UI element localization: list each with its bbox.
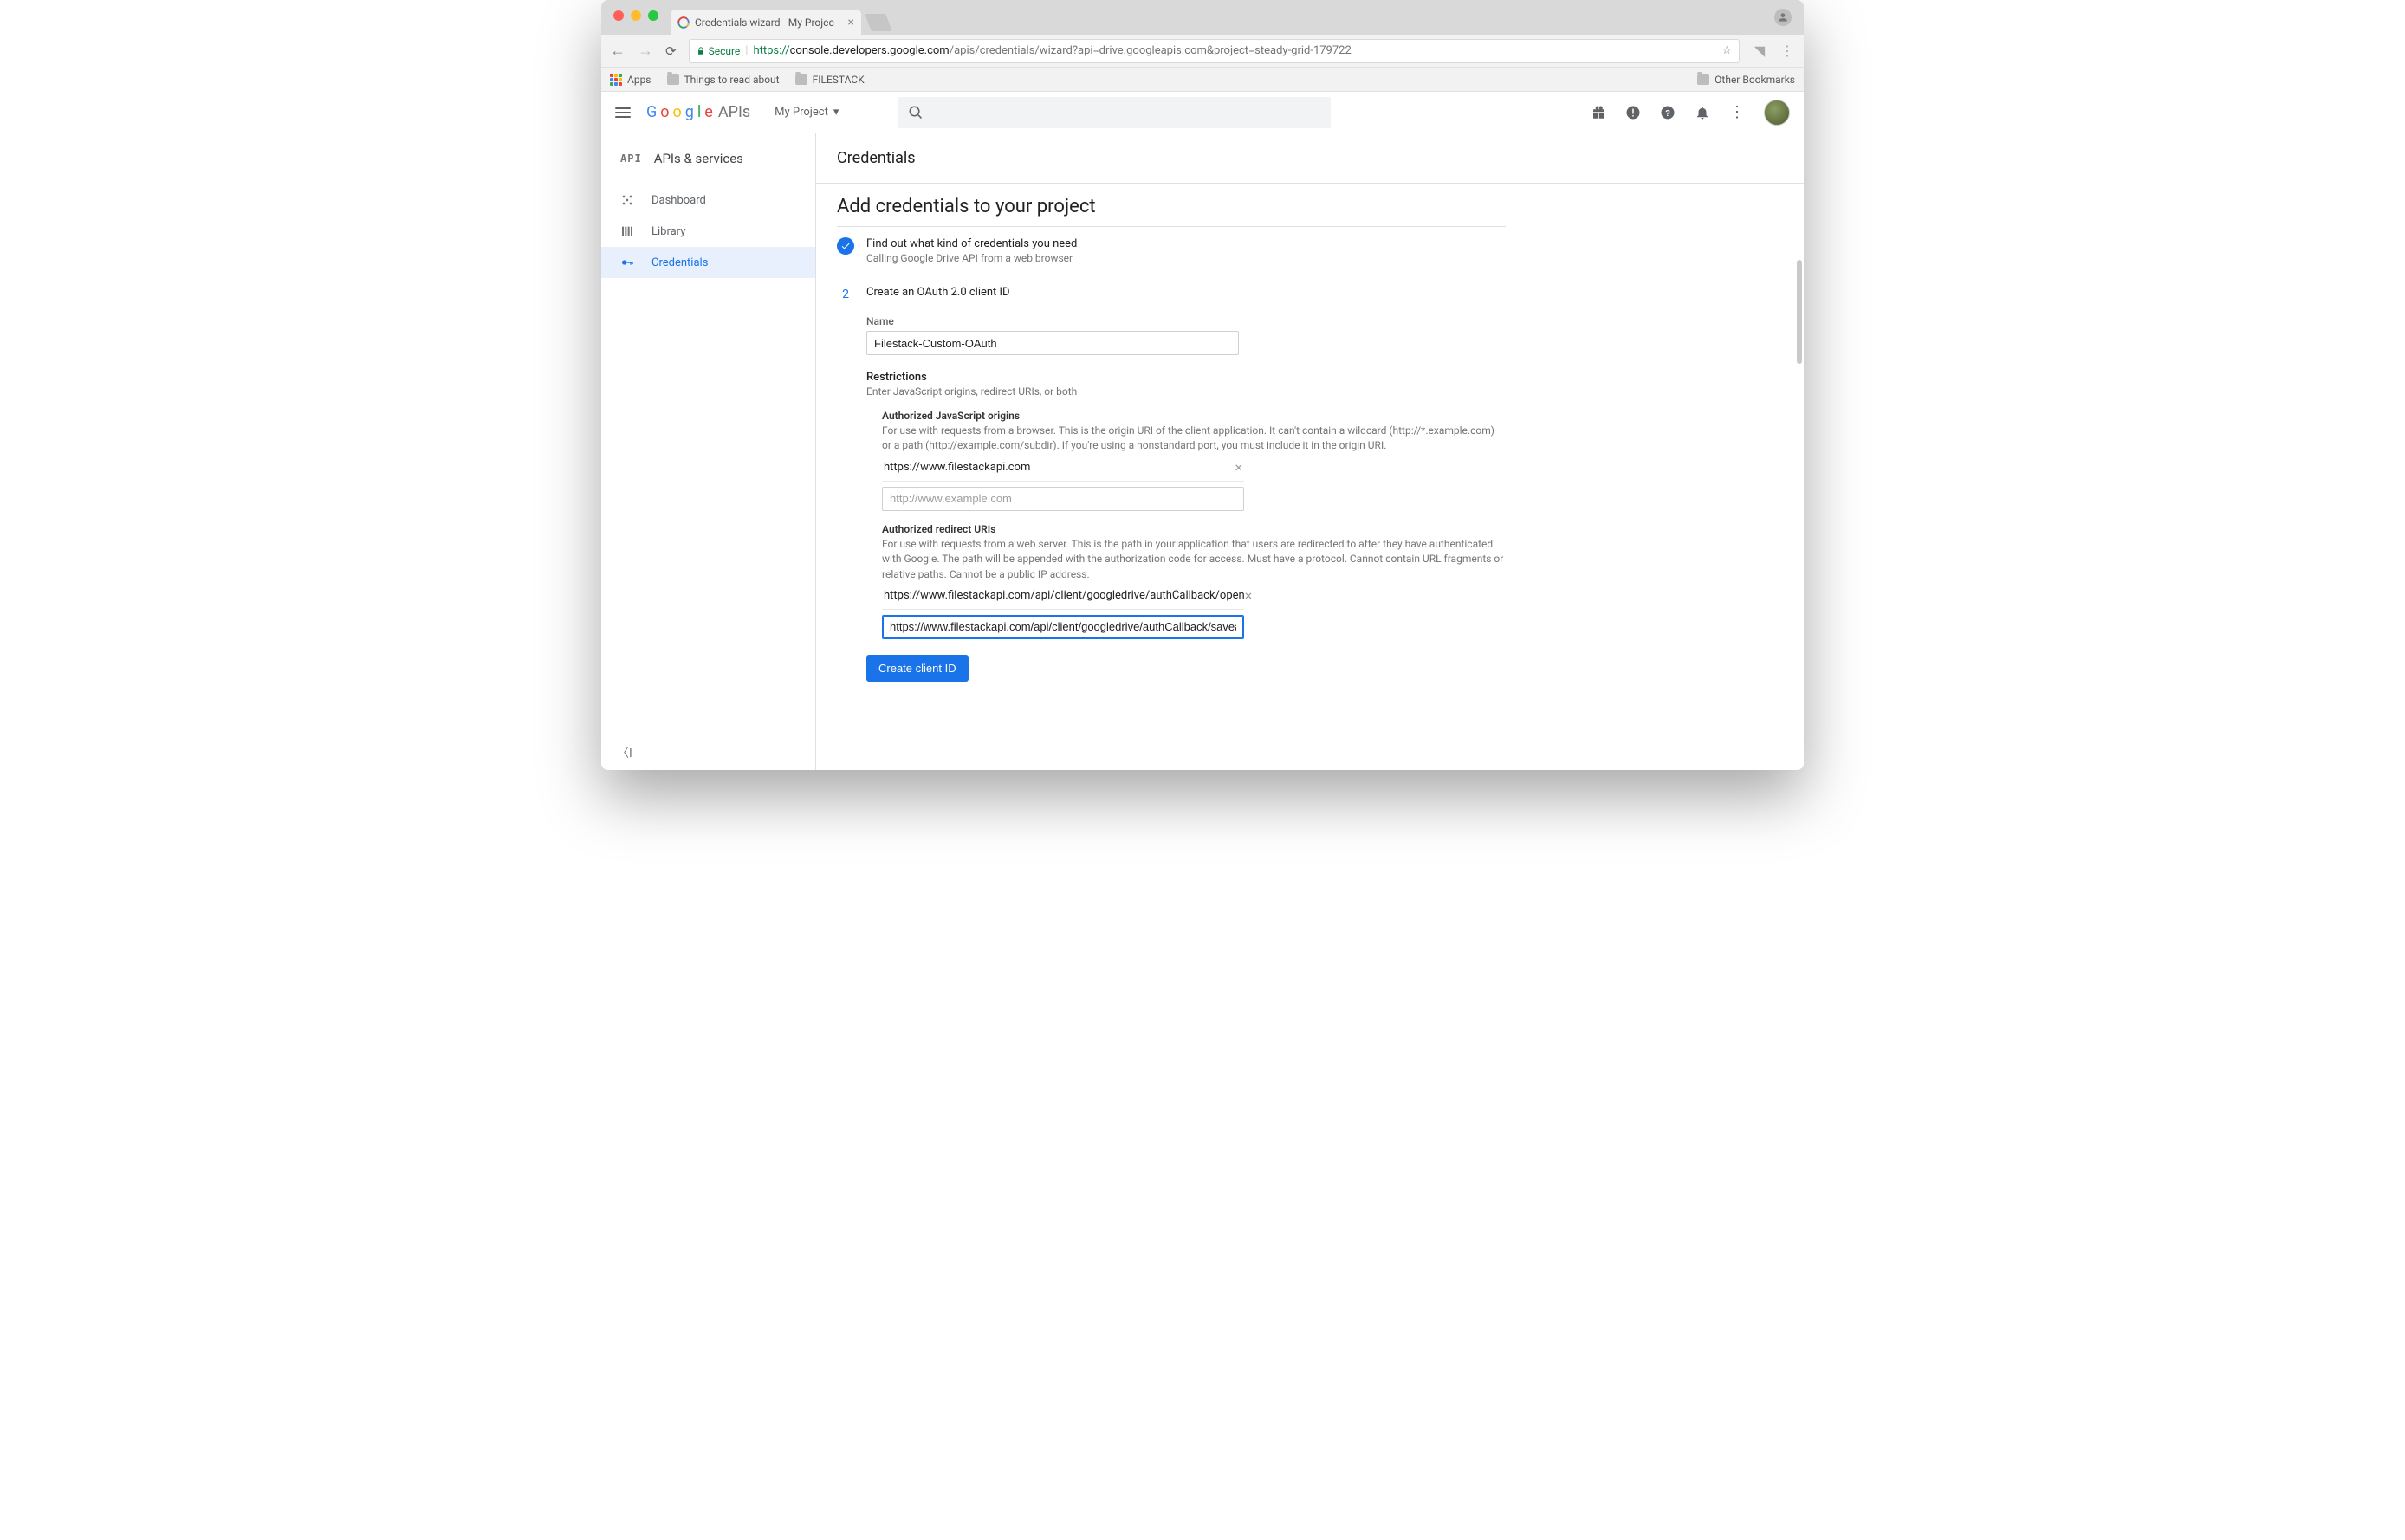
apps-shortcut[interactable]: Apps [610,74,651,86]
tab-favicon [677,16,690,29]
chrome-menu-icon[interactable]: ⋮ [1779,42,1795,59]
bookmark-folder[interactable]: Things to read about [667,74,780,86]
sidebar-item-label: Library [651,225,685,238]
browser-toolbar: ← → ⟳ Secure | https://console.developer… [601,35,1804,68]
page-heading: Add credentials to your project [837,196,1506,217]
other-bookmarks[interactable]: Other Bookmarks [1697,74,1795,86]
project-selector[interactable]: My Project ▾ [766,100,847,124]
svg-text:?: ? [1665,108,1670,118]
project-name: My Project [775,106,828,119]
library-icon [620,224,636,238]
api-logo-icon: API [620,152,642,165]
step-2: 2 Create an OAuth 2.0 client ID Name Res… [837,275,1506,692]
name-input[interactable] [866,331,1239,355]
maximize-window-icon[interactable] [648,10,658,21]
dashboard-icon [620,193,636,207]
forward-button[interactable]: → [638,42,653,60]
browser-tab[interactable]: Credentials wizard - My Projec × [671,10,861,35]
bookmark-label: FILESTACK [813,74,865,86]
js-origin-entry: https://www.filestackapi.com × [882,454,1244,482]
bookmarks-bar: Apps Things to read about FILESTACK Othe… [601,68,1804,92]
gift-icon[interactable] [1591,105,1606,120]
js-origin-value: https://www.filestackapi.com [884,461,1030,474]
secure-indicator: Secure [697,45,741,57]
check-circle-icon [837,237,854,255]
sidebar-item-label: Dashboard [651,194,706,207]
folder-icon [795,74,807,85]
notifications-icon[interactable] [1695,105,1710,120]
step1-title: Find out what kind of credentials you ne… [866,237,1077,250]
help-icon[interactable]: ? [1660,105,1676,120]
extension-icon[interactable]: ◥ [1752,42,1767,59]
close-tab-icon[interactable]: × [848,16,854,29]
app-header: Google APIs My Project ▾ ? ⋮ [601,92,1804,133]
step-1[interactable]: Find out what kind of credentials you ne… [837,227,1506,275]
sidebar-item-credentials[interactable]: Credentials [601,247,815,278]
collapse-sidebar-icon[interactable]: 〈I [617,744,632,761]
name-field-label: Name [866,315,1506,327]
nav-menu-icon[interactable] [615,107,631,118]
create-client-id-button[interactable]: Create client ID [866,655,969,682]
sidebar-section-label: APIs & services [654,151,743,166]
window-controls[interactable] [613,10,658,21]
back-button[interactable]: ← [610,42,626,60]
bookmark-star-icon[interactable]: ☆ [1721,44,1732,57]
alert-icon[interactable] [1625,105,1641,120]
remove-entry-icon[interactable]: × [1235,459,1242,476]
restrictions-help: Enter JavaScript origins, redirect URIs,… [866,385,1506,398]
new-tab-button[interactable] [865,14,891,31]
dropdown-caret-icon: ▾ [833,106,839,119]
sidebar-item-library[interactable]: Library [601,216,815,247]
tab-title: Credentials wizard - My Projec [695,16,834,29]
reload-button[interactable]: ⟳ [665,43,677,59]
step1-subtitle: Calling Google Drive API from a web brow… [866,252,1077,264]
scrollbar[interactable] [1797,260,1802,364]
url-text: https://console.developers.google.com/ap… [753,44,1351,57]
apps-grid-icon [610,74,622,86]
sidebar-item-label: Credentials [651,256,708,269]
close-window-icon[interactable] [613,10,624,21]
address-bar[interactable]: Secure | https://console.developers.goog… [689,39,1740,63]
secure-label: Secure [709,45,741,57]
search-input[interactable] [898,97,1331,128]
sidebar-item-dashboard[interactable]: Dashboard [601,184,815,216]
redirect-uris-title: Authorized redirect URIs [882,523,1506,535]
logo-suffix: APIs [718,103,750,121]
account-avatar[interactable] [1764,100,1790,126]
step2-number: 2 [837,286,854,303]
redirect-uri-value: https://www.filestackapi.com/api/client/… [884,589,1245,602]
search-icon [908,105,924,120]
folder-icon [667,74,679,85]
main-content: Credentials Add credentials to your proj… [816,133,1804,770]
redirect-uri-input[interactable] [882,615,1244,639]
other-bookmarks-label: Other Bookmarks [1715,74,1795,86]
minimize-window-icon[interactable] [631,10,641,21]
apps-label: Apps [627,74,651,86]
google-apis-logo[interactable]: Google APIs [646,103,750,121]
overflow-menu-icon[interactable]: ⋮ [1729,103,1745,121]
page-title: Credentials [816,133,1804,184]
redirect-uris-help: For use with requests from a web server.… [882,537,1506,582]
js-origins-title: Authorized JavaScript origins [882,410,1506,422]
bookmark-folder[interactable]: FILESTACK [795,74,865,86]
key-icon [620,256,636,269]
chrome-profile-icon[interactable] [1774,9,1792,26]
remove-entry-icon[interactable]: × [1245,587,1253,604]
restrictions-heading: Restrictions [866,371,1506,384]
bookmark-label: Things to read about [684,74,780,86]
sidebar: API APIs & services Dashboard Library C [601,133,816,770]
step2-title: Create an OAuth 2.0 client ID [866,286,1010,299]
sidebar-section-title[interactable]: API APIs & services [601,133,815,184]
browser-tabstrip: Credentials wizard - My Projec × [601,0,1804,35]
folder-icon [1697,74,1709,85]
redirect-uri-entry: https://www.filestackapi.com/api/client/… [882,582,1244,610]
js-origins-help: For use with requests from a browser. Th… [882,424,1506,454]
js-origin-input[interactable] [882,487,1244,511]
